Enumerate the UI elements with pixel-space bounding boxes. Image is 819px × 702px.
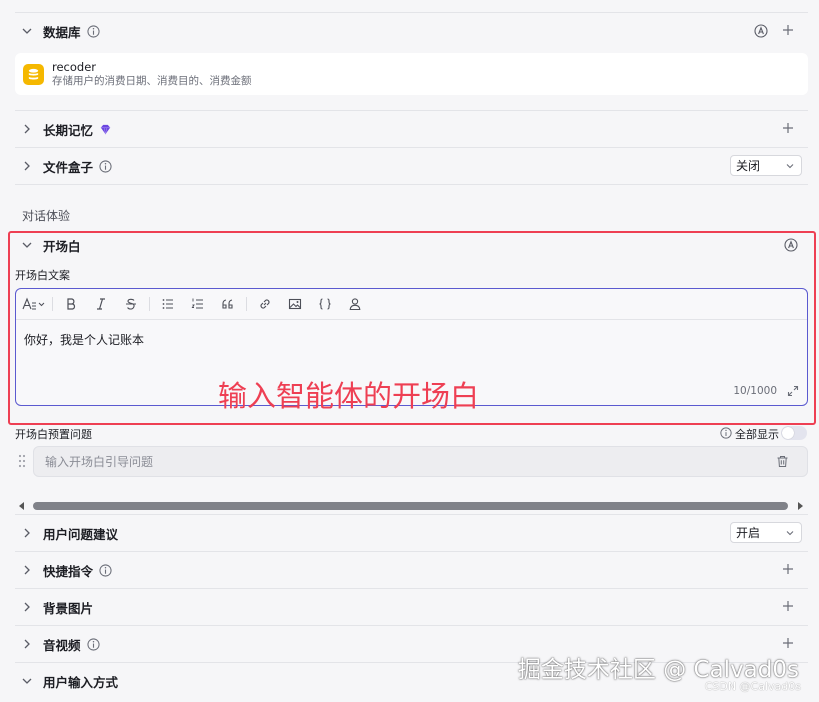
background-section-header[interactable]: 背景图片: [15, 589, 808, 625]
chevron-right-icon[interactable]: [20, 526, 34, 540]
highlight-box: [8, 231, 816, 425]
scroll-left-icon[interactable]: [18, 502, 26, 510]
add-memory-icon[interactable]: [782, 122, 794, 134]
trash-icon[interactable]: [776, 455, 789, 468]
show-all-toggle[interactable]: [781, 426, 807, 440]
input-mode-title: 用户输入方式: [43, 674, 119, 690]
scrollbar-thumb[interactable]: [33, 502, 788, 510]
info-icon[interactable]: [99, 563, 113, 577]
long-memory-title: 长期记忆: [43, 122, 94, 138]
database-title: 数据库: [43, 24, 81, 40]
audio-video-title: 音视频: [43, 637, 81, 653]
database-name: recoder: [52, 60, 97, 74]
info-icon[interactable]: [99, 159, 113, 173]
long-memory-section-header[interactable]: 长期记忆: [15, 111, 808, 147]
chevron-right-icon[interactable]: [20, 122, 34, 136]
chevron-right-icon[interactable]: [20, 159, 34, 173]
shortcuts-section-header[interactable]: 快捷指令: [15, 552, 808, 588]
chevron-down-icon: [785, 528, 795, 538]
suggestions-title: 用户问题建议: [43, 526, 119, 542]
horizontal-scrollbar[interactable]: [15, 500, 808, 512]
add-shortcut-icon[interactable]: [782, 563, 794, 575]
divider: [15, 184, 808, 185]
file-box-select-value: 关闭: [736, 159, 761, 173]
chevron-right-icon[interactable]: [20, 600, 34, 614]
info-icon[interactable]: [86, 24, 101, 38]
chevron-down-icon[interactable]: [20, 674, 34, 688]
suggestions-select[interactable]: 开启: [730, 522, 802, 543]
info-icon[interactable]: [86, 637, 101, 651]
watermark-main: 掘金技术社区 @ Calvad0s: [517, 657, 799, 683]
background-title: 背景图片: [43, 600, 94, 616]
add-database-icon[interactable]: [782, 24, 794, 36]
suggestions-section-header[interactable]: 用户问题建议 开启: [15, 515, 808, 551]
database-card[interactable]: recoder 存储用户的消费日期、消费目的、消费金额: [15, 53, 808, 95]
scroll-right-icon[interactable]: [796, 502, 804, 510]
auto-mode-icon[interactable]: [754, 24, 768, 38]
preset-questions-label: 开场白预置问题: [15, 428, 92, 441]
file-box-select[interactable]: 关闭: [730, 155, 802, 176]
show-all-label: 全部显示: [735, 428, 779, 441]
database-description: 存储用户的消费日期、消费目的、消费金额: [52, 75, 252, 87]
suggestions-select-value: 开启: [736, 526, 761, 540]
preset-question-input[interactable]: 输入开场白引导问题: [33, 446, 808, 477]
chevron-right-icon[interactable]: [20, 637, 34, 651]
database-section-header[interactable]: 数据库: [15, 13, 808, 49]
file-box-title: 文件盒子: [43, 159, 94, 175]
database-icon: [23, 63, 44, 85]
conversation-experience-label: 对话体验: [22, 209, 71, 223]
chevron-down-icon: [785, 161, 795, 171]
watermark-small: CSDN @Calvad0s: [704, 680, 801, 693]
shortcuts-title: 快捷指令: [43, 563, 94, 579]
premium-gem-icon: [99, 122, 113, 136]
add-background-icon[interactable]: [782, 600, 794, 612]
chevron-down-icon[interactable]: [20, 24, 34, 38]
add-audio-video-icon[interactable]: [782, 637, 794, 649]
drag-handle-icon[interactable]: [17, 454, 27, 468]
info-icon[interactable]: [720, 427, 732, 439]
file-box-section-header[interactable]: 文件盒子 关闭: [15, 148, 808, 184]
chevron-right-icon[interactable]: [20, 563, 34, 577]
preset-question-placeholder: 输入开场白引导问题: [45, 455, 154, 469]
